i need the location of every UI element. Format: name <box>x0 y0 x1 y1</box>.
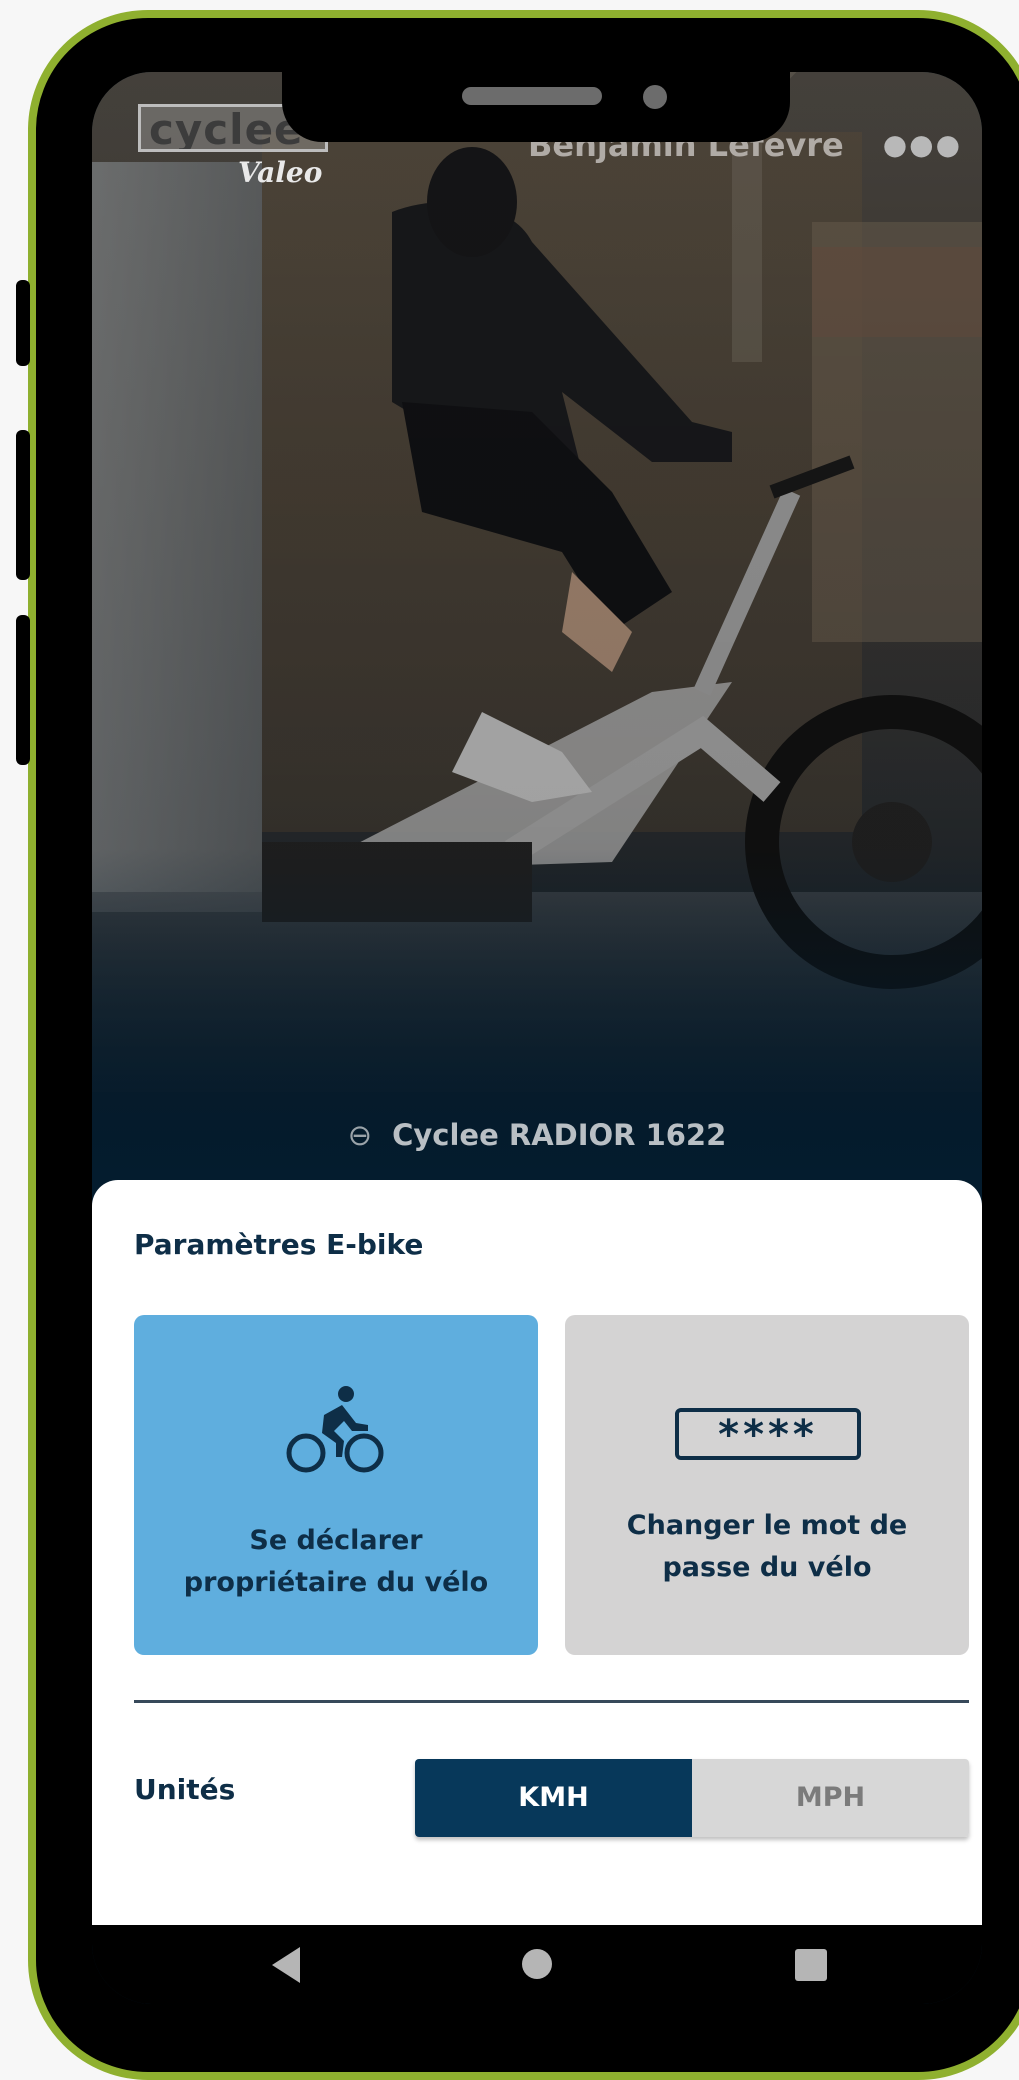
settings-sheet: Paramètres E-bike Se déclarer propriétai… <box>92 1180 982 1930</box>
units-option-kmh[interactable]: KMH <box>415 1759 692 1837</box>
phone-notch <box>282 72 790 142</box>
link-icon: ⊖ <box>347 1118 372 1152</box>
bike-name: Cyclee RADIOR 1622 <box>392 1118 727 1152</box>
valeo-logo: Valeo <box>238 156 323 189</box>
password-icon: **** <box>675 1408 861 1460</box>
bike-name-row[interactable]: ⊖ Cyclee RADIOR 1622 <box>92 1118 982 1152</box>
app-screen: cyclee Valeo Benjamin Lefevre ●●● ⊖ Cycl… <box>92 72 982 2004</box>
front-camera <box>643 85 667 109</box>
declare-owner-button[interactable]: Se déclarer propriétaire du vélo <box>134 1315 538 1655</box>
more-dots-icon[interactable]: ●●● <box>883 128 962 161</box>
hero-photo <box>92 72 982 1182</box>
side-button <box>16 280 30 366</box>
change-password-label: Changer le mot de passe du vélo <box>626 1510 908 1583</box>
units-option-mph[interactable]: MPH <box>692 1759 969 1837</box>
side-button <box>16 430 30 580</box>
recent-apps-icon[interactable] <box>795 1949 827 1981</box>
declare-owner-label: Se déclarer propriétaire du vélo <box>183 1525 489 1598</box>
units-toggle: KMH MPH <box>415 1759 969 1837</box>
home-icon[interactable] <box>522 1949 552 1979</box>
units-label: Unités <box>134 1773 236 1806</box>
change-password-button[interactable]: **** Changer le mot de passe du vélo <box>565 1315 969 1655</box>
android-nav-bar <box>92 1925 982 2004</box>
cyclist-icon <box>286 1386 384 1473</box>
speaker <box>462 87 602 105</box>
divider <box>134 1700 969 1703</box>
settings-title: Paramètres E-bike <box>134 1228 424 1261</box>
back-icon[interactable] <box>272 1947 300 1983</box>
side-button <box>16 615 30 765</box>
